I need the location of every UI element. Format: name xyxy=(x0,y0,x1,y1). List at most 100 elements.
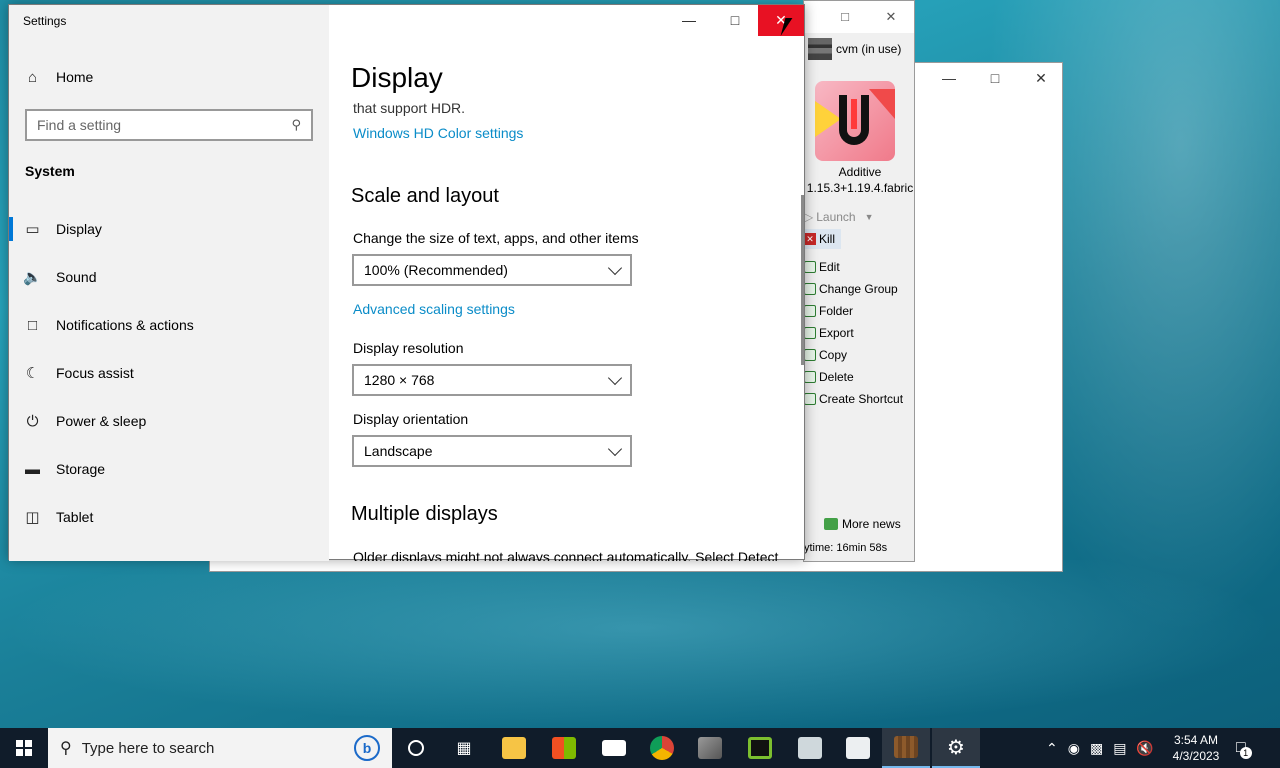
task-view-button[interactable]: ▦ xyxy=(440,728,488,768)
instance-icon[interactable] xyxy=(815,81,895,161)
instance-version: 1.15.3+1.19.4.fabric xyxy=(806,181,914,195)
launch-button[interactable]: ▷ Launch ▼ xyxy=(804,207,874,227)
launcher-app[interactable] xyxy=(736,728,784,768)
create-shortcut-button[interactable]: Create Shortcut xyxy=(804,389,903,409)
taskbar: ⚲ Type here to search b ▦ ⚙ ⌃ ◉ ▩ ▤ 🔇 3:… xyxy=(0,728,1280,768)
date: 4/3/2023 xyxy=(1172,749,1220,763)
delete-button[interactable]: Delete xyxy=(804,367,854,387)
close-icon[interactable]: ✕ xyxy=(876,6,906,28)
trash-icon xyxy=(804,371,816,383)
page-title: Display xyxy=(351,62,443,93)
windows-logo-icon xyxy=(16,740,32,756)
avatar xyxy=(808,38,832,60)
kill-button[interactable]: ✕ Kill xyxy=(804,229,842,249)
store-icon xyxy=(552,737,576,759)
playtime-status: ytime: 16min 58s xyxy=(804,542,888,554)
minimize-icon[interactable]: — xyxy=(926,67,972,89)
dropdown-arrow-icon: ▼ xyxy=(864,212,874,222)
hdr-text: that support HDR. xyxy=(353,100,466,116)
people-app[interactable] xyxy=(834,728,882,768)
wallpaper-wave xyxy=(0,560,1280,730)
moon-icon: ☾ xyxy=(25,365,40,382)
settings-window: Settings ⌂ Home Find a setting ⚲ System … xyxy=(8,4,805,561)
chrome-icon xyxy=(650,736,674,760)
remote-app[interactable] xyxy=(786,728,834,768)
scale-layout-heading: Scale and layout xyxy=(351,185,499,207)
cortana-button[interactable] xyxy=(392,728,440,768)
launcher-titlebar: □ ✕ xyxy=(804,1,914,33)
scrollbar[interactable] xyxy=(801,195,804,365)
network-icon[interactable]: ▤ xyxy=(1113,740,1126,757)
people-icon xyxy=(846,737,870,759)
play-icon: ▷ xyxy=(804,210,814,224)
mail-app[interactable] xyxy=(590,728,638,768)
edit-icon xyxy=(804,261,816,273)
multiple-displays-text: Older displays might not always connect … xyxy=(353,549,779,561)
power-icon: ⏻ xyxy=(26,412,39,430)
maximize-icon[interactable]: □ xyxy=(972,67,1018,89)
tablet-icon: ◫ xyxy=(25,509,40,526)
shortcut-icon xyxy=(804,393,816,405)
orientation-dropdown[interactable]: Landscape xyxy=(352,435,632,467)
mail-icon xyxy=(602,740,626,756)
sidebar-item-notifications[interactable]: □ Notifications & actions xyxy=(9,305,329,345)
monitor-icon: ▭ xyxy=(25,221,40,238)
clock[interactable]: 3:54 AM 4/3/2023 xyxy=(1168,732,1224,764)
kill-icon: ✕ xyxy=(804,233,816,245)
system-tray: ⌃ ◉ ▩ ▤ 🔇 xyxy=(1046,728,1154,768)
edit-button[interactable]: Edit xyxy=(804,257,840,277)
news-icon xyxy=(824,518,838,530)
minimize-icon[interactable]: — xyxy=(666,5,712,36)
gear-icon: ⚙ xyxy=(947,736,965,759)
chevron-up-icon[interactable]: ⌃ xyxy=(1046,740,1058,757)
volume-muted-icon[interactable]: 🔇 xyxy=(1136,740,1153,757)
file-explorer-app[interactable] xyxy=(490,728,538,768)
action-center-button[interactable]: □ 1 xyxy=(1236,728,1252,768)
task-view-icon: ▦ xyxy=(456,740,472,757)
camera-icon[interactable]: ▩ xyxy=(1090,740,1103,757)
search-input[interactable]: Find a setting ⚲ xyxy=(25,109,313,141)
folder-button[interactable]: Folder xyxy=(804,301,853,321)
sidebar-item-focus-assist[interactable]: ☾ Focus assist xyxy=(9,353,329,393)
search-icon: ⚲ xyxy=(60,740,72,757)
settings-app[interactable]: ⚙ xyxy=(932,728,980,768)
home-icon: ⌂ xyxy=(27,68,38,86)
chrome-app[interactable] xyxy=(638,728,686,768)
tool-app[interactable] xyxy=(686,728,734,768)
sidebar-item-storage[interactable]: ▬ Storage xyxy=(9,449,329,489)
sidebar-item-tablet[interactable]: ◫ Tablet xyxy=(9,497,329,537)
change-group-button[interactable]: Change Group xyxy=(804,279,898,299)
taskbar-search[interactable]: ⚲ Type here to search b xyxy=(48,728,392,768)
close-icon[interactable]: ✕ xyxy=(1018,67,1064,89)
folder-icon xyxy=(502,737,526,759)
storage-icon: ▬ xyxy=(25,460,40,478)
tool-icon xyxy=(698,737,722,759)
more-news-button[interactable]: More news xyxy=(824,517,901,531)
record-icon[interactable]: ◉ xyxy=(1068,740,1080,757)
settings-content: — □ ✕ Display that support HDR. Windows … xyxy=(329,5,805,561)
export-icon xyxy=(804,327,816,339)
store-app[interactable] xyxy=(540,728,588,768)
instance-name: Additive xyxy=(838,165,882,179)
account-label: cvm (in use) xyxy=(836,42,902,56)
orientation-label: Display orientation xyxy=(353,411,469,427)
copy-button[interactable]: Copy xyxy=(804,345,847,365)
sidebar-item-sound[interactable]: 🔈 Sound xyxy=(9,257,329,297)
maximize-icon[interactable]: □ xyxy=(712,5,758,36)
export-button[interactable]: Export xyxy=(804,323,854,343)
resolution-dropdown[interactable]: 1280 × 768 xyxy=(352,364,632,396)
hd-color-link[interactable]: Windows HD Color settings xyxy=(353,125,523,141)
home-nav-item[interactable]: ⌂ Home xyxy=(9,57,329,97)
bing-icon: b xyxy=(354,735,380,761)
sidebar-item-power-sleep[interactable]: ⏻ Power & sleep xyxy=(9,401,329,441)
minecraft-app[interactable] xyxy=(882,728,930,768)
resolution-label: Display resolution xyxy=(353,340,464,356)
sidebar-item-display[interactable]: ▭ Display xyxy=(9,209,329,249)
group-icon xyxy=(804,283,816,295)
account-selector[interactable]: cvm (in use) xyxy=(808,37,914,61)
start-button[interactable] xyxy=(0,728,48,768)
advanced-scaling-link[interactable]: Advanced scaling settings xyxy=(353,301,515,317)
search-icon: ⚲ xyxy=(291,117,301,132)
scale-dropdown[interactable]: 100% (Recommended) xyxy=(352,254,632,286)
maximize-icon[interactable]: □ xyxy=(830,6,860,28)
